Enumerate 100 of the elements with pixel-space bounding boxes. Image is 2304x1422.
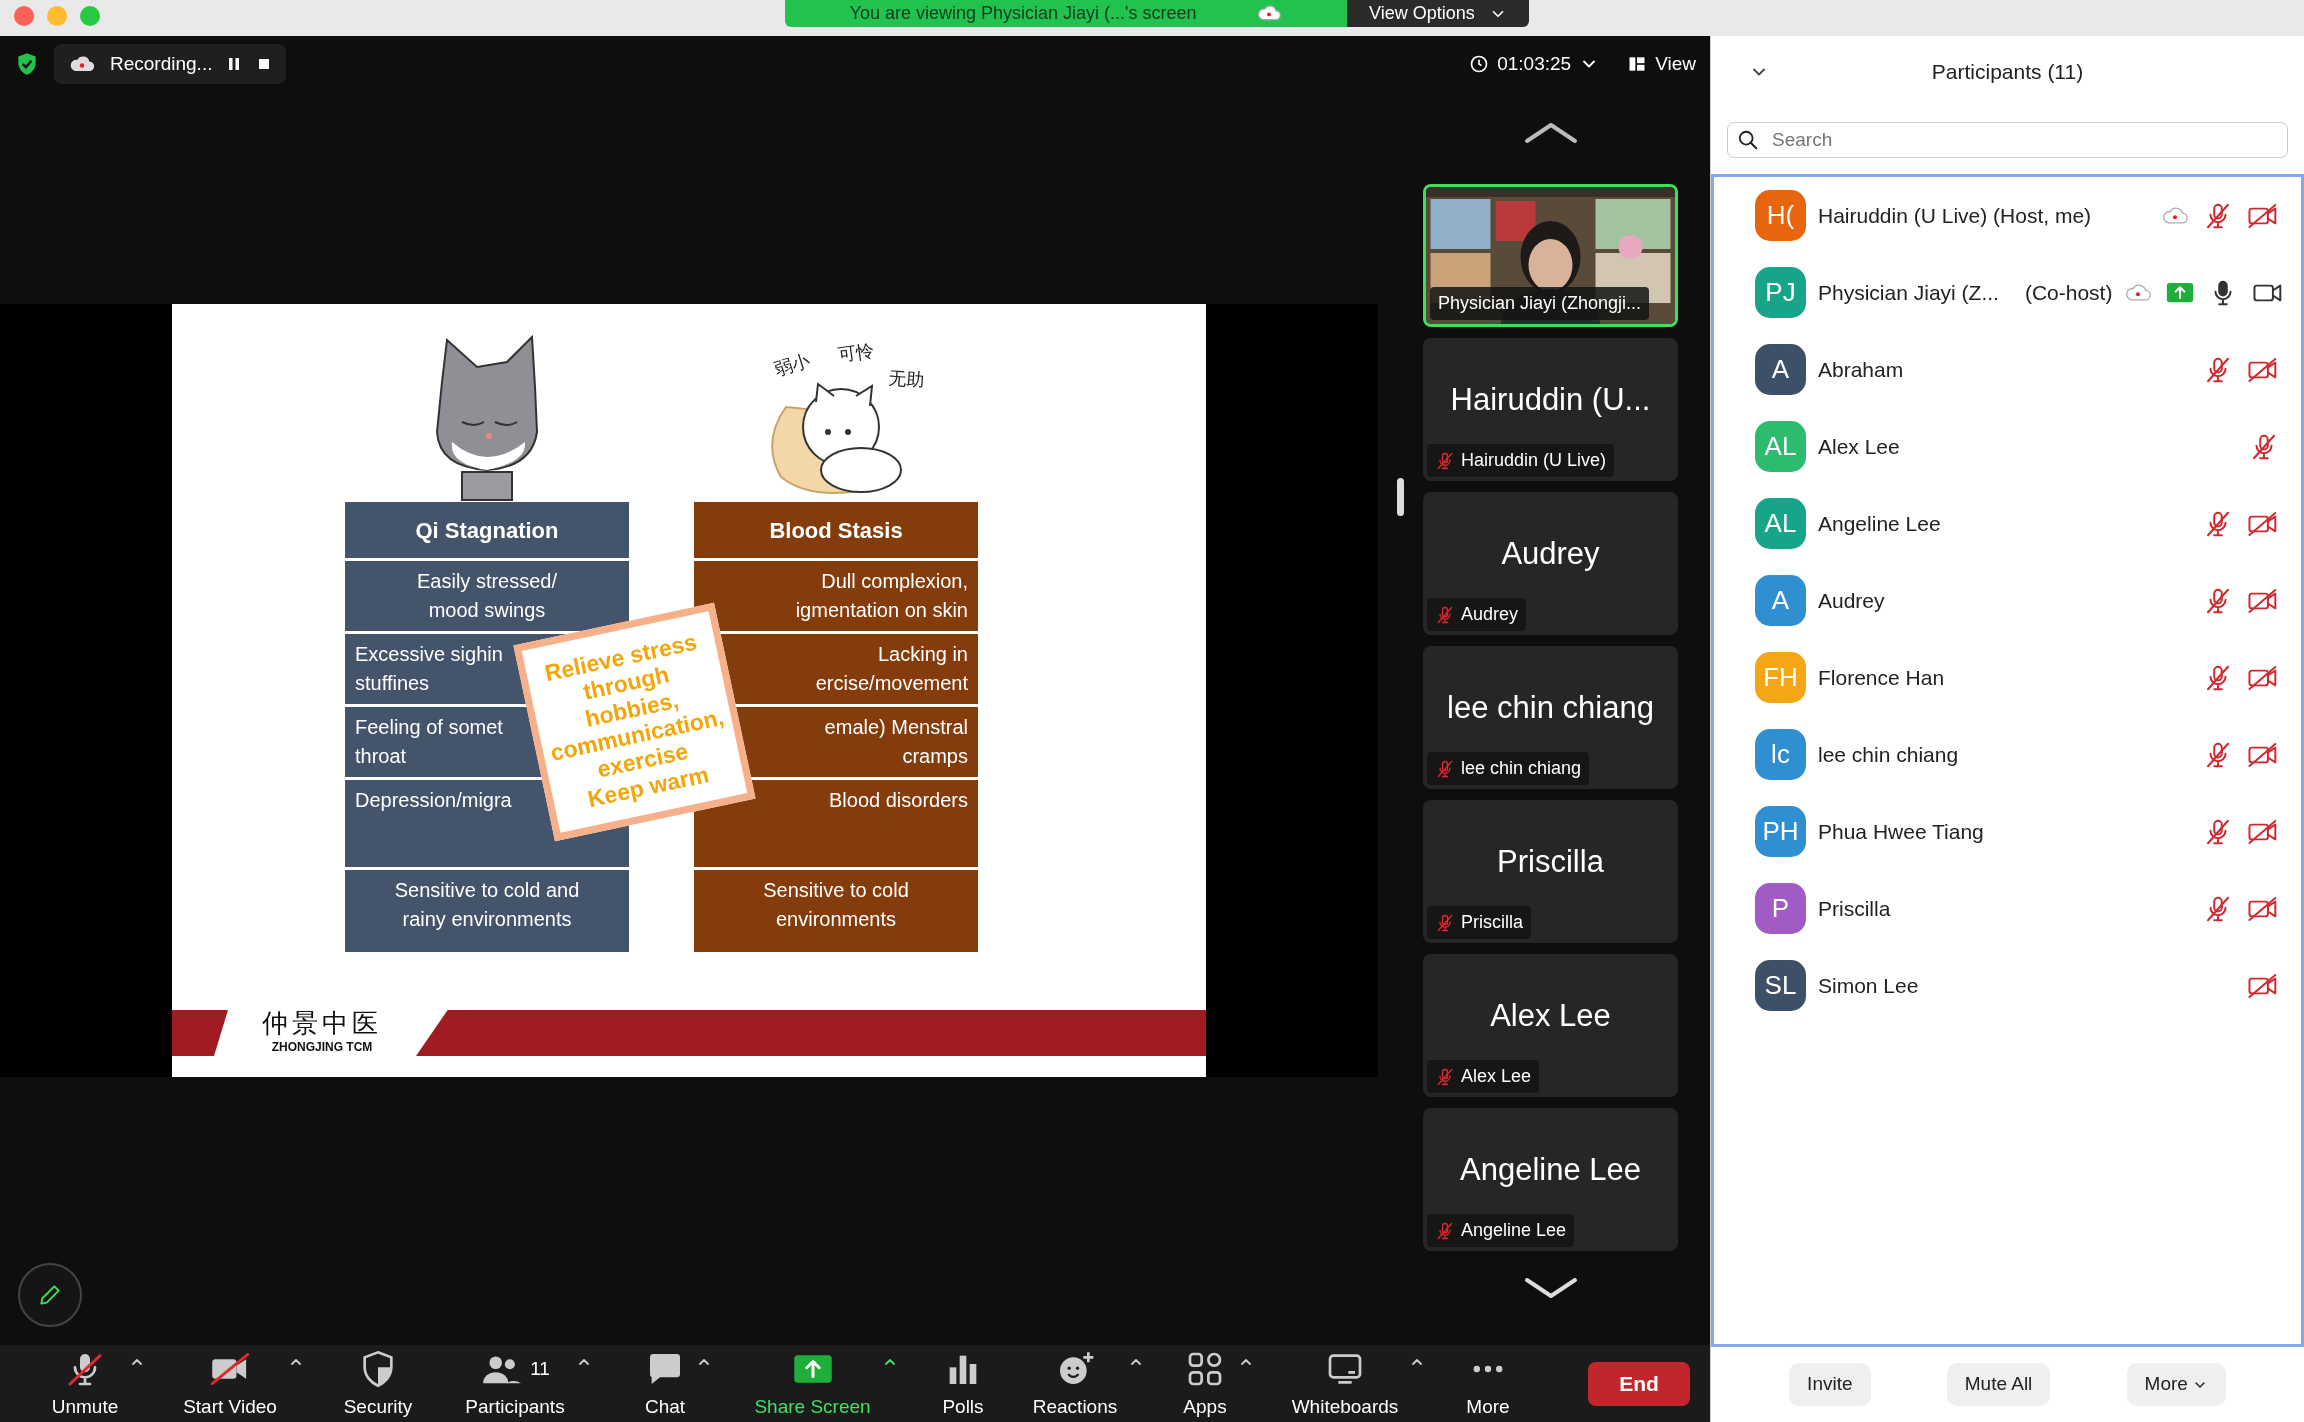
toolbar-label: Apps (1183, 1395, 1227, 1420)
chevron-down-icon (1522, 1276, 1579, 1300)
participant-row[interactable]: FH Florence Han (1714, 639, 2301, 716)
participant-name: Florence Han (1818, 664, 1945, 691)
toolbar-button[interactable]: Polls (936, 1345, 990, 1422)
participant-name: Audrey (1818, 587, 1885, 614)
name-label-text: Angeline Lee (1461, 1219, 1567, 1242)
toolbar-button[interactable]: Unmute (45, 1345, 125, 1422)
caption-text: 无助 (887, 366, 925, 393)
avatar: FH (1755, 652, 1806, 703)
column-header: Qi Stagnation (345, 502, 629, 558)
toolbar-button[interactable]: Apps (1177, 1345, 1233, 1422)
toolbar-button[interactable]: Chat (638, 1345, 692, 1422)
avatar: PJ (1755, 267, 1806, 318)
more-dots-icon (1471, 1365, 1505, 1374)
name-label-text: Alex Lee (1461, 1065, 1532, 1088)
recording-status: Recording... (110, 51, 213, 76)
participant-name: Angeline Lee (1460, 1151, 1641, 1190)
timer-button[interactable]: 01:03:25 (1469, 49, 1600, 79)
caption-text: 可怜 (836, 339, 876, 368)
scroll-down-button[interactable] (1522, 1276, 1579, 1300)
panel-button[interactable]: Invite (1789, 1363, 1871, 1406)
resize-handle[interactable] (1397, 478, 1404, 516)
toolbar-label: Participants (465, 1395, 565, 1420)
end-button[interactable]: End (1588, 1361, 1690, 1406)
pencil-icon (37, 1282, 63, 1308)
name-label-text: Hairuddin (U Live) (1461, 449, 1607, 472)
participant-name: Hairuddin (U... (1450, 381, 1651, 420)
participant-name: Alex Lee (1818, 433, 1900, 460)
toolbar-label: Start Video (183, 1395, 277, 1420)
toolbar-label: Security (343, 1395, 413, 1420)
toolbar-button[interactable]: 11 Participants (459, 1345, 571, 1422)
participant-name: Hairuddin (U Live) (Host, me) (1818, 202, 2092, 229)
participant-name: Simon Lee (1818, 972, 1919, 999)
avatar: A (1755, 344, 1806, 395)
logo-text: 仲景中医 (262, 1010, 382, 1038)
name-label-text: Physician Jiayi (Zhongji... (1438, 292, 1642, 315)
cloud-recording-icon (68, 54, 96, 74)
avatar: SL (1755, 960, 1806, 1011)
view-options-button[interactable]: View Options (1347, 0, 1529, 27)
table-cell: Sensitive to cold and rainy environments (345, 870, 629, 952)
caption-text: 弱小 (770, 348, 814, 383)
toolbar-button[interactable]: Whiteboards (1285, 1345, 1405, 1422)
participant-row[interactable]: lc lee chin chiang (1714, 716, 2301, 793)
participant-name: Angeline Lee (1818, 510, 1941, 537)
toolbar-label: Chat (644, 1395, 686, 1420)
layout-icon (1627, 54, 1648, 74)
toolbar-label: Whiteboards (1291, 1395, 1399, 1420)
avatar: lc (1755, 729, 1806, 780)
share-banner-text: You are viewing Physician Jiayi (...'s screen (849, 2, 1197, 25)
toolbar-button[interactable]: Security (337, 1345, 419, 1422)
participant-name: Phua Hwee Tiang (1818, 818, 1984, 845)
name-label-text: Audrey (1461, 603, 1519, 626)
panel-button[interactable]: Mute All (1946, 1363, 2051, 1406)
avatar: H( (1755, 190, 1806, 241)
panel-title: Participants (11) (1931, 59, 2084, 86)
participant-row[interactable]: H( Hairuddin (U Live) (Host, me) (1714, 177, 2301, 254)
view-button[interactable]: View (1627, 49, 1696, 79)
toolbar-label: Reactions (1032, 1395, 1118, 1420)
avatar: P (1755, 883, 1806, 934)
toolbar-label: Unmute (51, 1395, 119, 1420)
participant-row[interactable]: A Audrey (1714, 562, 2301, 639)
toolbar-button[interactable]: Share Screen (748, 1345, 877, 1422)
participant-role: (Co-host) (2024, 279, 2113, 306)
participant-row[interactable]: AL Angeline Lee (1714, 485, 2301, 562)
column-header: Blood Stasis (694, 502, 978, 558)
participant-row[interactable]: PJ Physician Jiayi (Z... (Co-host) (1714, 254, 2301, 331)
table-cell: Sensitive to cold environments (694, 870, 978, 952)
participant-row[interactable]: P Priscilla (1714, 870, 2301, 947)
participant-name: lee chin chiang (1818, 741, 1959, 768)
panel-button[interactable]: More (2126, 1363, 2226, 1406)
participant-name: lee chin chiang (1447, 689, 1654, 728)
toolbar-button[interactable]: Reactions (1026, 1345, 1124, 1422)
toolbar-button[interactable]: Start Video (177, 1345, 283, 1422)
slide-banner (172, 1010, 228, 1056)
participant-name: Priscilla (1818, 895, 1891, 922)
participant-name: Alex Lee (1490, 997, 1611, 1036)
search-icon (1737, 129, 1759, 151)
avatar: PH (1755, 806, 1806, 857)
participant-row[interactable]: SL Simon Lee (1714, 947, 2301, 1024)
participant-row[interactable]: A Abraham (1714, 331, 2301, 408)
chevron-up-icon (1522, 120, 1579, 145)
clock-icon (1469, 54, 1490, 74)
search-field[interactable]: Search (1727, 122, 2288, 158)
avatar: AL (1755, 498, 1806, 549)
share-screen-icon (792, 1354, 833, 1385)
participant-row[interactable]: AL Alex Lee (1714, 408, 2301, 485)
participant-name: Priscilla (1497, 843, 1604, 882)
name-label-text: Priscilla (1461, 911, 1523, 934)
participant-row[interactable]: PH Phua Hwee Tiang (1714, 793, 2301, 870)
participant-name: Physician Jiayi (Z... (1818, 279, 1999, 306)
avatar: AL (1755, 421, 1806, 472)
participant-count: 11 (530, 1357, 550, 1381)
toolbar-label: Polls (942, 1395, 984, 1420)
toolbar-label: More (1466, 1395, 1510, 1420)
name-label-text: lee chin chiang (1461, 757, 1582, 780)
toolbar-button[interactable]: More (1460, 1345, 1516, 1422)
table-cell: Dull complexion, igmentation on skin (694, 561, 978, 631)
toolbar-label: Share Screen (754, 1395, 871, 1420)
participant-name: Audrey (1501, 535, 1600, 574)
